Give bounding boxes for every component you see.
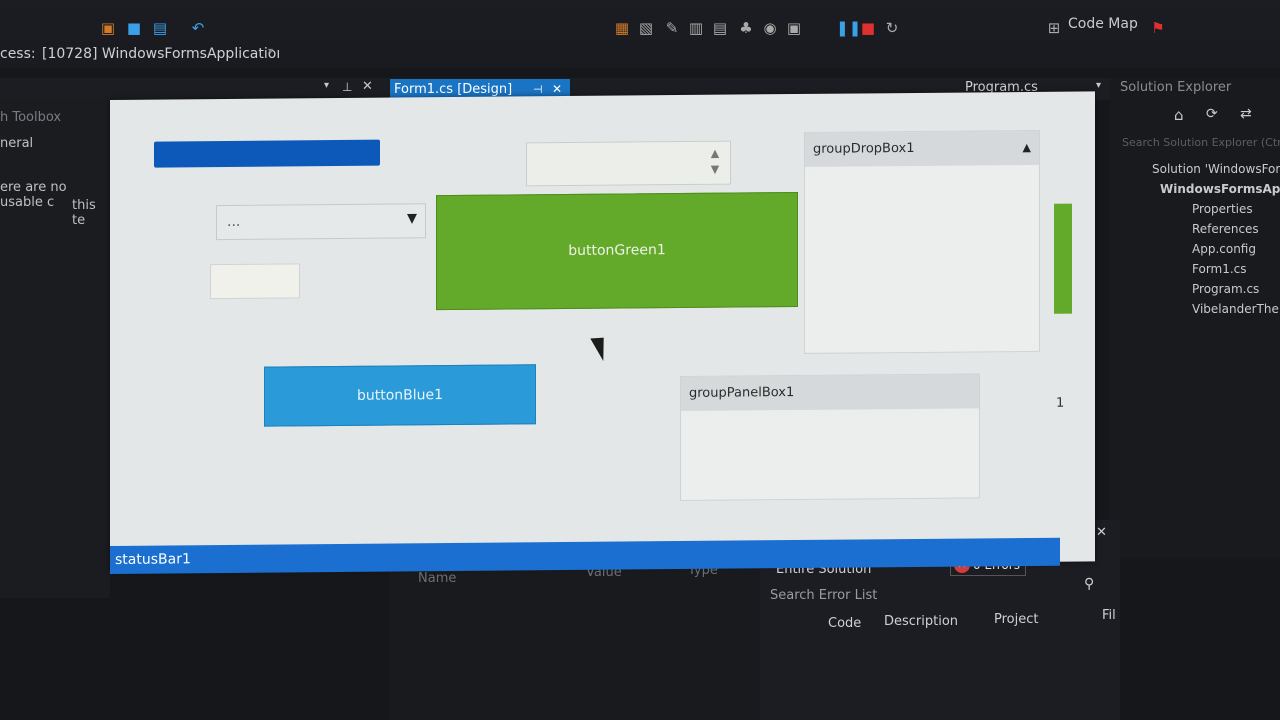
process-label: cess: (0, 46, 36, 62)
combo-value: ... (227, 213, 241, 230)
col-code[interactable]: Code (828, 616, 861, 631)
error-search-input[interactable]: Search Error List (770, 588, 877, 603)
references-node[interactable]: References (1192, 222, 1259, 236)
save-all-icon[interactable]: ▤ (152, 20, 168, 36)
pause-icon[interactable]: ❚❚ (836, 20, 861, 36)
tool-icon-5[interactable]: ♣ (738, 20, 754, 36)
sync-icon[interactable]: ⟳ (1206, 106, 1218, 122)
col-project[interactable]: Project (994, 612, 1038, 627)
text-box[interactable] (210, 263, 300, 300)
undo-icon[interactable]: ↶ (190, 20, 206, 36)
col-name: Name (418, 571, 457, 586)
button-green[interactable]: buttonGreen1 (436, 191, 798, 311)
process-bar: cess: [10728] WindowsFormsApplicatioı ▾ (0, 42, 1280, 68)
solution-explorer: Solution Explorer ⌂ ⟳ ⇄ Search Solution … (1110, 78, 1280, 558)
button-blue[interactable]: buttonBlue1 (264, 364, 536, 427)
toolbox-panel: ox h Toolbox neral ere are no usable c t… (0, 78, 110, 598)
process-chevron-icon[interactable]: ▾ (268, 46, 273, 57)
numeric-up-down[interactable]: ▲ ▼ (526, 140, 731, 187)
toolbox-general[interactable]: neral (0, 136, 33, 151)
stop-icon[interactable]: ■ (860, 20, 876, 36)
properties-node[interactable]: Properties (1192, 202, 1253, 216)
group-drop-box[interactable]: groupDropBox1 ▲ (804, 129, 1040, 354)
tool-icon-7[interactable]: ▣ (786, 20, 802, 36)
group-panel-header: groupPanelBox1 (681, 374, 979, 412)
code-map-button[interactable]: Code Map (1068, 16, 1138, 32)
spin-arrows-icon[interactable]: ▲ ▼ (708, 146, 722, 178)
home-icon[interactable]: ⌂ (1174, 106, 1184, 124)
save-icon[interactable]: ■ (126, 20, 142, 36)
partial-green-button[interactable] (1054, 203, 1072, 314)
properties-grid: Name Value Type (390, 555, 760, 720)
program-node[interactable]: Program.cs (1192, 282, 1259, 296)
group-drop-header[interactable]: groupDropBox1 ▲ (805, 130, 1039, 167)
tab-dropdown-icon[interactable]: ▾ (324, 80, 329, 91)
open-folder-icon[interactable]: ▣ (100, 20, 116, 36)
tool-icon-4[interactable]: ▤ (712, 20, 728, 36)
form-designer: ▲ ▼ ... ▼ buttonGreen1 buttonBlue1 groupD… (110, 91, 1095, 574)
wrench-icon[interactable]: ✎ (664, 20, 680, 36)
tabs-overflow-icon[interactable]: ▾ (1096, 80, 1101, 91)
feedback-icon[interactable]: ⚑ (1150, 20, 1166, 36)
mouse-cursor-icon (590, 332, 614, 361)
app-config-node[interactable]: App.config (1192, 242, 1256, 256)
tool-icon-2[interactable]: ▧ (638, 20, 654, 36)
combo-arrow-icon[interactable]: ▼ (407, 211, 417, 226)
project-node[interactable]: WindowsFormsApp (1160, 182, 1280, 196)
panel-close-icon[interactable]: ✕ (1096, 525, 1107, 540)
combo-box[interactable]: ... ▼ (216, 203, 426, 241)
toolbox-empty-line2: this te (72, 198, 96, 228)
tab-form-design-label: Form1.cs [Design] (394, 82, 513, 97)
group-panel-box[interactable]: groupPanelBox1 (680, 373, 980, 502)
tool-icon-3[interactable]: ▥ (688, 20, 704, 36)
col-description[interactable]: Description (884, 614, 958, 629)
tool-icon-6[interactable]: ◉ (762, 20, 778, 36)
col-file[interactable]: Fil (1102, 608, 1116, 623)
form1-node[interactable]: Form1.cs (1192, 262, 1247, 276)
toolbox-search[interactable]: h Toolbox (0, 110, 61, 125)
group-panel-title: groupPanelBox1 (689, 385, 795, 401)
toolbar: ▣ ■ ▤ ↶ ▦ ▧ ✎ ▥ ▤ ♣ ◉ ▣ ❚❚ ■ ↻ ⊞ Code Ma… (0, 6, 1280, 42)
restart-icon[interactable]: ↻ (884, 20, 900, 36)
solution-search-input[interactable]: Search Solution Explorer (Ctrl+;) (1122, 136, 1280, 149)
theme-node[interactable]: VibelanderThe (1192, 302, 1279, 316)
pin-icon[interactable]: ⊥ (342, 80, 352, 94)
code-map-icon[interactable]: ⊞ (1046, 20, 1062, 36)
close-icon[interactable]: ✕ (362, 79, 373, 94)
solution-node[interactable]: Solution 'WindowsForm (1152, 162, 1280, 176)
solution-explorer-title: Solution Explorer (1120, 80, 1232, 95)
partial-label: 1 (1056, 395, 1065, 411)
tool-icon-1[interactable]: ▦ (614, 20, 630, 36)
process-dropdown[interactable]: [10728] WindowsFormsApplicatioı (42, 46, 280, 62)
progress-bar (154, 139, 380, 168)
switch-views-icon[interactable]: ⇄ (1240, 106, 1252, 122)
group-drop-title: groupDropBox1 (813, 140, 915, 157)
search-icon[interactable]: ⚲ (1084, 576, 1094, 592)
collapse-arrow-icon[interactable]: ▲ (1023, 131, 1031, 165)
